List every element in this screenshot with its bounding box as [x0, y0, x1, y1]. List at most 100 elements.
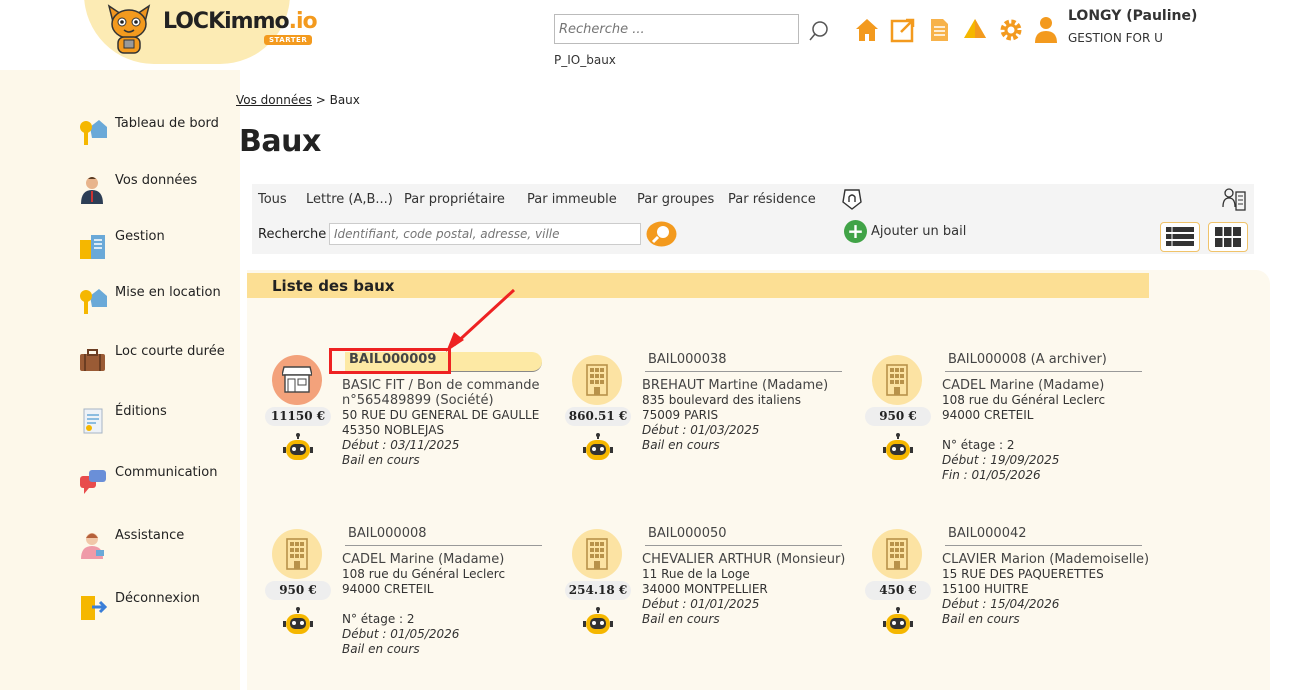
people-building-icon[interactable]	[1221, 187, 1247, 213]
lease-status: Bail en cours	[642, 612, 720, 626]
lease-rent-amount: 11150 €	[265, 407, 331, 426]
sidebar-item-deconnexion[interactable]: Déconnexion	[78, 591, 200, 622]
sidebar-item-editions[interactable]: Éditions	[78, 404, 167, 435]
environment-label: P_IO_baux	[554, 53, 616, 67]
lease-reference-link[interactable]: BAIL000008	[345, 526, 542, 546]
lease-card[interactable]: 11150 € BAIL000009 BASIC FIT / Bon de comm…	[265, 352, 562, 505]
sidebar-item-loc-courte-duree[interactable]: Loc courte durée	[78, 344, 225, 375]
sidebar-item-communication[interactable]: Communication	[78, 465, 217, 496]
tab-par-immeuble[interactable]: Par immeuble	[527, 192, 617, 207]
lease-card[interactable]: 860.51 € BAIL000038 BREHAUT Martine (Madam…	[565, 352, 862, 505]
tab-par-groupes[interactable]: Par groupes	[637, 192, 714, 207]
address-line: 15100 HUITRE	[942, 582, 1029, 596]
document-icon[interactable]	[925, 16, 953, 44]
search-label: Recherche	[258, 227, 327, 242]
lease-details: CADEL Marine (Madame) 108 rue du Général …	[342, 552, 552, 657]
sidebar-item-label: Déconnexion	[115, 591, 200, 606]
lease-rent-amount: 450 €	[865, 581, 931, 600]
lease-card[interactable]: 950 € BAIL000008 CADEL Marine (Madame) 108 …	[265, 526, 562, 679]
lease-search-input[interactable]	[329, 223, 641, 245]
gear-icon[interactable]	[997, 16, 1025, 44]
tab-par-residence[interactable]: Par résidence	[728, 192, 816, 207]
lease-type-avatar	[272, 355, 322, 405]
address-line: 34000 MONTPELLIER	[642, 582, 768, 596]
lease-rent-amount: 950 €	[265, 581, 331, 600]
robot-assistant-icon[interactable]	[282, 433, 314, 465]
tab-lettre[interactable]: Lettre (A,B...)	[306, 192, 393, 207]
user-icon[interactable]	[1034, 16, 1058, 44]
sidebar-item-label: Assistance	[115, 528, 185, 543]
tab-par-proprietaire[interactable]: Par propriétaire	[404, 192, 505, 207]
lease-type-avatar	[872, 355, 922, 405]
lease-rent-amount: 950 €	[865, 407, 931, 426]
lease-card[interactable]: 254.18 € BAIL000050 CHEVALIER ARTHUR (Mons…	[565, 526, 862, 679]
sidebar-item-vos-donnees[interactable]: Vos données	[78, 173, 197, 204]
robot-assistant-icon[interactable]	[582, 433, 614, 465]
floor-number: N° étage : 2	[342, 612, 415, 626]
shop-icon	[282, 366, 312, 393]
sidebar-item-label: Éditions	[115, 404, 167, 419]
home-icon[interactable]	[853, 16, 881, 44]
key-house-icon	[80, 289, 107, 314]
robot-assistant-icon[interactable]	[582, 607, 614, 639]
global-search-input[interactable]	[554, 14, 799, 44]
pyramid-icon[interactable]	[961, 16, 989, 44]
breadcrumb-separator: >	[315, 93, 326, 107]
support-agent-icon	[81, 533, 104, 559]
shield-badge-icon[interactable]	[841, 188, 863, 210]
filter-bar: Tous Lettre (A,B...) Par propriétaire Pa…	[252, 184, 1254, 254]
list-view-button[interactable]	[1160, 222, 1200, 252]
breadcrumb: Vos données > Baux	[236, 93, 360, 107]
lease-reference-link[interactable]: BAIL000008 (A archiver)	[945, 352, 1142, 372]
tenant-name: BREHAUT Martine (Madame)	[642, 378, 829, 393]
suitcase-icon	[80, 349, 105, 371]
sidebar-item-tableau-de-bord[interactable]: Tableau de bord	[78, 116, 219, 147]
robot-assistant-icon[interactable]	[882, 607, 914, 639]
address-line: 11 Rue de la Loge	[642, 567, 750, 581]
search-button-icon[interactable]	[646, 221, 677, 247]
address-line: 108 rue du Général Leclerc	[342, 567, 506, 581]
sidebar-item-label: Loc courte durée	[115, 344, 225, 359]
building-doc-icon	[80, 235, 105, 259]
lease-start-date: Début : 01/01/2025	[642, 597, 760, 611]
sidebar-item-label: Vos données	[115, 173, 198, 188]
lease-end-date: Fin : 01/05/2026	[942, 468, 1041, 482]
address-line: 15 RUE DES PAQUERETTES	[942, 567, 1104, 581]
lease-type-avatar	[572, 529, 622, 579]
lease-start-date: Début : 01/03/2025	[642, 423, 760, 437]
lease-start-date: Début : 15/04/2026	[942, 597, 1060, 611]
lease-reference-link[interactable]: BAIL000042	[945, 526, 1142, 546]
sidebar-item-assistance[interactable]: Assistance	[78, 528, 184, 559]
grid-view-icon	[1215, 227, 1241, 247]
cat-mascot-logo-icon[interactable]	[104, 2, 154, 58]
lease-reference-link[interactable]: BAIL000038	[645, 352, 842, 372]
annotation-highlight-box	[329, 348, 451, 374]
breadcrumb-link-vos-donnees[interactable]: Vos données	[236, 93, 312, 107]
sidebar-item-gestion[interactable]: Gestion	[78, 229, 165, 260]
sidebar-item-mise-en-location[interactable]: Mise en location	[78, 285, 221, 316]
brand-name[interactable]: LOCKimmo.io	[163, 9, 318, 34]
tab-tous[interactable]: Tous	[258, 192, 287, 207]
user-organization: GESTION FOR U	[1068, 31, 1163, 45]
add-lease-label: Ajouter un bail	[871, 224, 967, 239]
user-name[interactable]: LONGY (Pauline)	[1068, 8, 1197, 24]
building-icon	[586, 364, 608, 396]
search-icon[interactable]	[808, 20, 830, 42]
lease-rent-amount: 860.51 €	[565, 407, 631, 426]
lease-card[interactable]: 450 € BAIL000042 CLAVIER Marion (Mademoise…	[865, 526, 1162, 679]
external-link-icon[interactable]	[889, 16, 917, 44]
top-icon-bar	[853, 16, 1025, 44]
building-icon	[886, 364, 908, 396]
lease-card[interactable]: 950 € BAIL000008 (A archiver) CADEL Marine…	[865, 352, 1162, 505]
lease-details: CHEVALIER ARTHUR (Monsieur) 11 Rue de la …	[642, 552, 852, 627]
tenant-name: CADEL Marine (Madame)	[342, 552, 505, 567]
robot-assistant-icon[interactable]	[882, 433, 914, 465]
building-icon	[586, 538, 608, 570]
building-icon	[886, 538, 908, 570]
grid-view-button[interactable]	[1208, 222, 1248, 252]
lease-reference-link[interactable]: BAIL000050	[645, 526, 842, 546]
add-lease-button[interactable]: + Ajouter un bail	[844, 220, 966, 243]
lease-rent-amount: 254.18 €	[565, 581, 631, 600]
robot-assistant-icon[interactable]	[282, 607, 314, 639]
edition-badge: STARTER	[264, 35, 313, 45]
